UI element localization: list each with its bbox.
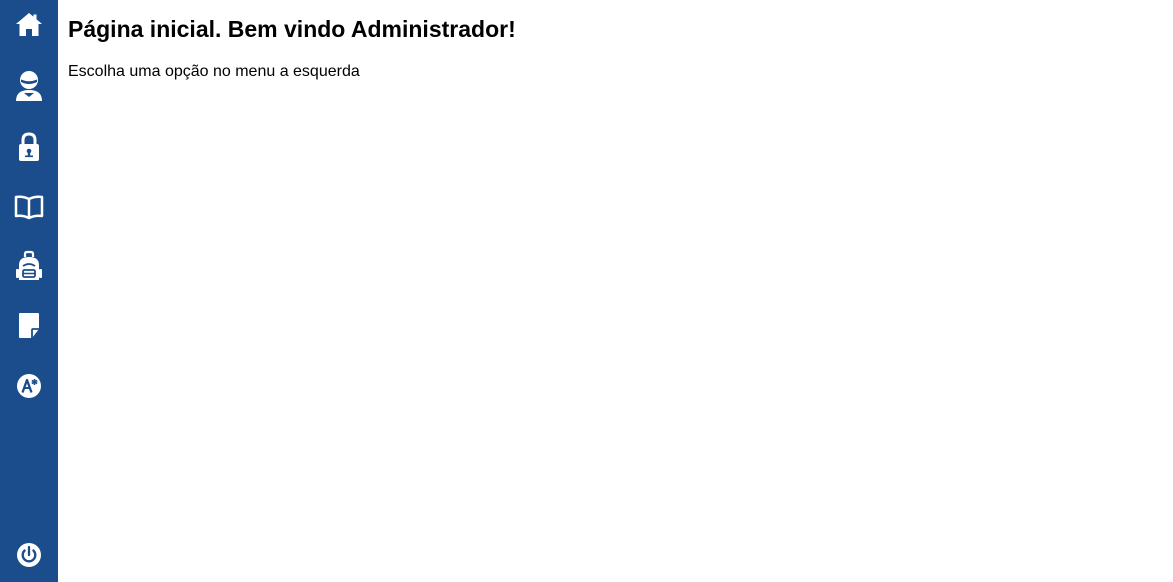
power-icon	[15, 541, 43, 569]
lock-icon	[16, 131, 42, 163]
sidebar-item-security[interactable]	[0, 125, 58, 169]
sidebar-item-courses[interactable]	[0, 185, 58, 229]
book-icon	[14, 194, 44, 220]
page-subtitle: Escolha uma opção no menu a esquerda	[68, 63, 360, 80]
page-title: Página inicial. Bem vindo Administrador!	[68, 16, 516, 42]
app: Página inicial. Bem vindo Administrador!…	[0, 0, 1173, 582]
sidebar	[0, 0, 58, 582]
sidebar-item-users[interactable]	[0, 63, 58, 107]
grade-icon	[15, 372, 43, 400]
home-icon	[15, 11, 43, 39]
sidebar-item-notes[interactable]	[0, 304, 58, 348]
sidebar-item-students[interactable]	[0, 244, 58, 288]
note-icon	[17, 312, 41, 340]
backpack-icon	[15, 250, 43, 282]
user-icon	[14, 69, 44, 101]
logout-button[interactable]	[0, 533, 58, 577]
sidebar-item-grades[interactable]	[0, 364, 58, 408]
sidebar-item-home[interactable]	[0, 3, 58, 47]
